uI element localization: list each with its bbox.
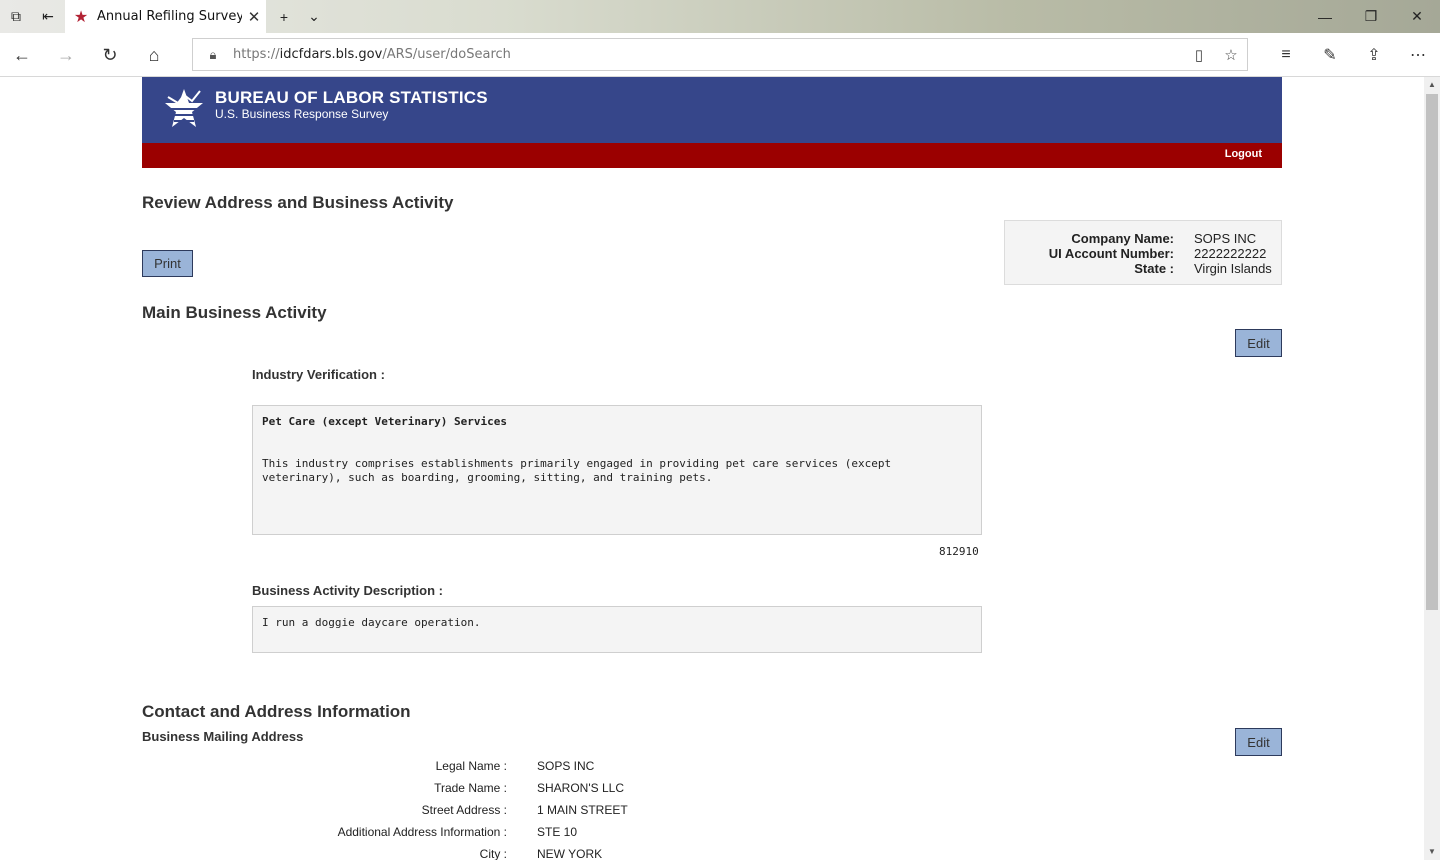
tab-list-chevron-icon[interactable]: ⌄	[298, 0, 330, 33]
tab-title: Annual Refiling Survey -	[97, 9, 242, 24]
address-row-street: Street Address : 1 MAIN STREET	[142, 803, 842, 821]
ui-account-label: UI Account Number:	[1048, 246, 1174, 261]
reading-view-icon[interactable]: ▯	[1183, 46, 1215, 64]
back-icon[interactable]: ←	[0, 33, 44, 77]
legal-name-label: Legal Name :	[435, 759, 507, 773]
industry-verification-label: Industry Verification :	[252, 367, 385, 382]
business-activity-description-label: Business Activity Description :	[252, 583, 443, 598]
survey-subtitle: U.S. Business Response Survey	[215, 107, 389, 121]
forward-icon[interactable]: →	[44, 33, 88, 77]
refresh-icon[interactable]: ↻	[88, 33, 132, 77]
logout-link[interactable]: Logout	[1225, 148, 1262, 160]
street-address-label: Street Address :	[421, 803, 507, 817]
browser-toolbar: ← → ↻ ⌂ 🔒︎ https://idcfdars.bls.gov/ARS/…	[0, 33, 1440, 77]
city-label: City :	[479, 847, 507, 860]
business-activity-description-value: I run a doggie daycare operation.	[262, 616, 481, 629]
lock-icon: 🔒︎	[209, 46, 217, 62]
page-content: BUREAU OF LABOR STATISTICS U.S. Business…	[0, 77, 1424, 860]
city-value: NEW YORK	[537, 847, 603, 860]
url-text[interactable]: https://idcfdars.bls.gov/ARS/user/doSear…	[233, 47, 1183, 62]
industry-desc-line-2: veterinary), such as boarding, grooming,…	[262, 471, 713, 484]
page-scrollbar[interactable]: ▲ ▼	[1424, 77, 1440, 860]
tab-close-icon[interactable]: ✕	[242, 8, 266, 26]
print-button[interactable]: Print	[142, 250, 193, 277]
minimize-icon[interactable]: —	[1302, 0, 1348, 33]
address-bar[interactable]: 🔒︎ https://idcfdars.bls.gov/ARS/user/doS…	[192, 38, 1248, 71]
favorites-list-icon[interactable]: ≡	[1264, 33, 1308, 77]
industry-title: Pet Care (except Veterinary) Services	[262, 415, 508, 428]
browser-titlebar: ⧉ ⇤ ★ Annual Refiling Survey - ✕ + ⌄ — ❐…	[0, 0, 1440, 33]
edit-contact-button[interactable]: Edit	[1235, 728, 1282, 756]
state-label: State :	[1134, 261, 1174, 276]
more-menu-icon[interactable]: ⋯	[1396, 33, 1440, 77]
industry-desc-line-1: This industry comprises establishments p…	[262, 457, 892, 470]
street-address-value: 1 MAIN STREET	[537, 803, 628, 817]
additional-address-label: Additional Address Information :	[337, 825, 507, 839]
company-name-value: SOPS INC	[1194, 231, 1257, 246]
restore-icon[interactable]: ❐	[1348, 0, 1394, 33]
ui-account-value: 2222222222	[1194, 246, 1267, 261]
new-tab-icon[interactable]: +	[268, 0, 300, 33]
scroll-down-icon[interactable]: ▼	[1424, 844, 1440, 860]
bls-favicon-icon: ★	[73, 7, 89, 26]
company-info-box: Company Name: SOPS INC UI Account Number…	[1004, 220, 1282, 285]
address-row-trade-name: Trade Name : SHARON'S LLC	[142, 781, 842, 799]
notes-pen-icon[interactable]: ✎	[1308, 33, 1352, 77]
red-nav-bar: Logout	[142, 143, 1282, 168]
industry-description-box: Pet Care (except Veterinary) Services Th…	[252, 405, 982, 535]
window-close-icon[interactable]: ✕	[1394, 0, 1440, 33]
legal-name-value: SOPS INC	[537, 759, 595, 773]
bls-star-logo-icon	[165, 89, 203, 127]
company-name-label: Company Name:	[1071, 231, 1174, 246]
contact-address-heading: Contact and Address Information	[142, 702, 411, 721]
scrollbar-thumb[interactable]	[1426, 94, 1438, 610]
home-icon[interactable]: ⌂	[132, 33, 176, 77]
trade-name-label: Trade Name :	[434, 781, 507, 795]
browser-tab-active[interactable]: ★ Annual Refiling Survey - ✕	[65, 0, 266, 33]
share-icon[interactable]: ⇪	[1352, 33, 1396, 77]
trade-name-value: SHARON'S LLC	[537, 781, 624, 795]
favorite-star-icon[interactable]: ☆	[1215, 46, 1247, 64]
address-row-legal-name: Legal Name : SOPS INC	[142, 759, 842, 777]
main-business-activity-heading: Main Business Activity	[142, 303, 327, 322]
business-activity-description-box: I run a doggie daycare operation.	[252, 606, 982, 653]
scroll-up-icon[interactable]: ▲	[1424, 77, 1440, 93]
address-row-additional: Additional Address Information : STE 10	[142, 825, 842, 843]
state-value: Virgin Islands	[1194, 261, 1272, 276]
set-aside-tabs-icon[interactable]: ⇤	[32, 0, 64, 33]
address-row-city: City : NEW YORK	[142, 847, 842, 860]
bls-banner: BUREAU OF LABOR STATISTICS U.S. Business…	[142, 77, 1282, 143]
agency-title: BUREAU OF LABOR STATISTICS	[215, 88, 488, 107]
tab-manager-icon[interactable]: ⧉	[0, 0, 32, 33]
additional-address-value: STE 10	[537, 825, 578, 839]
naics-code: 812910	[939, 545, 979, 558]
edit-activity-button[interactable]: Edit	[1235, 329, 1282, 357]
business-mailing-address-heading: Business Mailing Address	[142, 729, 304, 744]
page-title: Review Address and Business Activity	[142, 193, 454, 212]
